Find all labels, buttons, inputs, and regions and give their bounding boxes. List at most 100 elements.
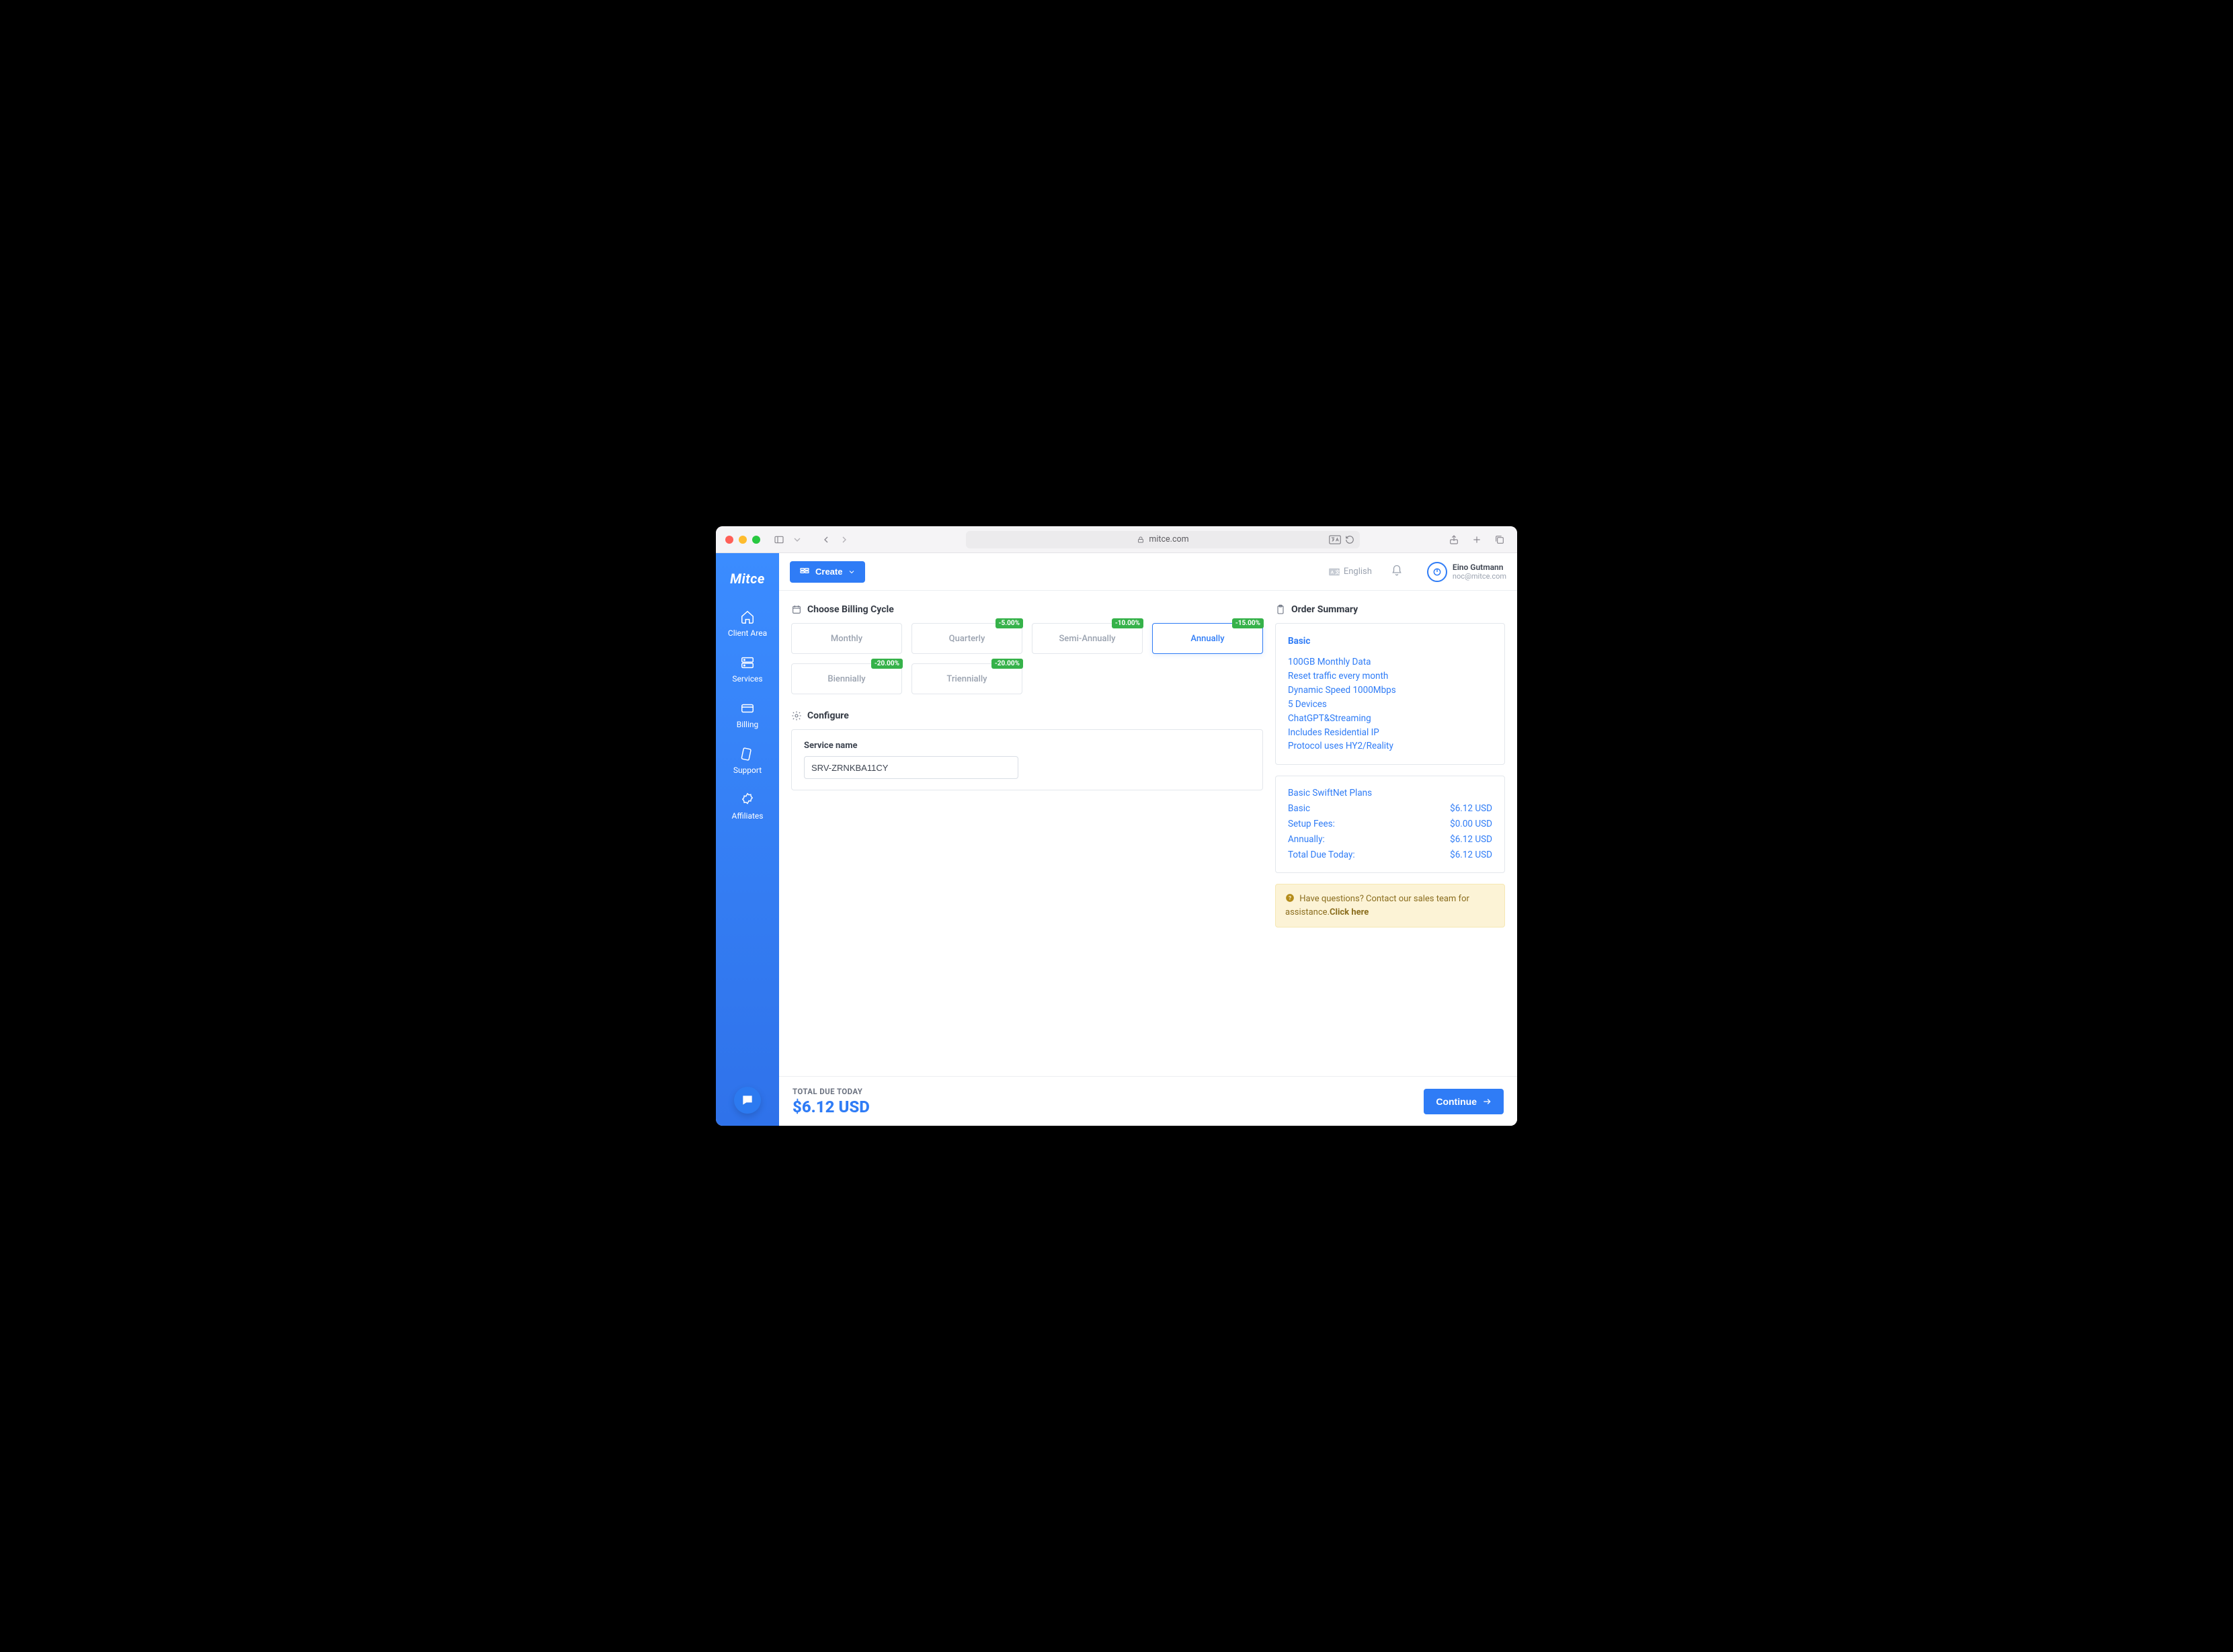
plan-feature: Reset traffic every month (1288, 669, 1492, 684)
cycle-label: Monthly (831, 634, 862, 644)
power-icon (1432, 567, 1442, 577)
zoom-window-button[interactable] (752, 536, 760, 544)
service-name-label: Service name (804, 741, 1250, 751)
gear-icon (791, 710, 802, 721)
plan-feature: ChatGPT&Streaming (1288, 712, 1492, 726)
lock-icon (1137, 536, 1145, 544)
sales-notice: ? Have questions? Contact our sales team… (1275, 884, 1505, 927)
language-switcher[interactable]: A文 English (1329, 567, 1372, 577)
chat-widget-button[interactable] (734, 1087, 761, 1114)
minimize-window-button[interactable] (739, 536, 747, 544)
reload-icon[interactable] (1345, 535, 1354, 544)
price-label: Setup Fees: (1288, 817, 1335, 832)
continue-button-label: Continue (1436, 1096, 1477, 1107)
service-name-input[interactable] (804, 756, 1018, 779)
svg-text:文: 文 (1335, 569, 1340, 575)
cycle-option-semi-annually[interactable]: Semi-Annually-10.00% (1032, 623, 1143, 654)
discount-badge: -5.00% (996, 618, 1023, 628)
discount-badge: -20.00% (871, 659, 903, 669)
create-icon (799, 567, 810, 577)
sidebar-toggle-icon[interactable] (771, 532, 787, 548)
cycle-label: Annually (1190, 634, 1224, 644)
cycle-label: Semi-Annually (1059, 634, 1115, 644)
user-email: noc@mitce.com (1453, 572, 1506, 581)
avatar (1427, 562, 1447, 582)
tabs-overview-icon[interactable] (1492, 532, 1508, 548)
price-value: $6.12 USD (1450, 801, 1492, 817)
total-due-label: TOTAL DUE TODAY (793, 1087, 870, 1096)
content: Choose Billing Cycle MonthlyQuarterly-5.… (779, 591, 1517, 1076)
sidebar-item-affiliates[interactable]: Affiliates (716, 784, 779, 830)
total-due-amount: $6.12 USD (793, 1098, 870, 1116)
cycle-options-row2: Biennially-20.00% Triennially-20.00% (791, 663, 1263, 694)
sidebar-item-billing[interactable]: Billing (716, 693, 779, 739)
chevron-down-icon[interactable] (789, 532, 805, 548)
plan-features: 100GB Monthly DataReset traffic every mo… (1288, 655, 1492, 753)
chevron-down-icon (848, 568, 856, 576)
card-icon (740, 701, 755, 716)
arrow-right-icon (1482, 1097, 1492, 1106)
price-value: $6.12 USD (1450, 832, 1492, 848)
cycle-label: Triennially (946, 674, 987, 684)
address-bar[interactable]: mitce.com (966, 531, 1360, 548)
svg-text:?: ? (1289, 895, 1291, 901)
main-area: Create A文 English Eino Gutmann (779, 553, 1517, 1126)
footer-bar: TOTAL DUE TODAY $6.12 USD Continue (779, 1076, 1517, 1126)
language-icon: A文 (1329, 568, 1340, 576)
configure-card: Service name (791, 729, 1263, 790)
translate-icon[interactable] (1329, 535, 1341, 544)
cycle-option-quarterly[interactable]: Quarterly-5.00% (911, 623, 1022, 654)
sidebar-item-support[interactable]: Support (716, 739, 779, 784)
svg-text:A: A (1331, 569, 1334, 575)
price-row: Total Due Today:$6.12 USD (1288, 848, 1492, 863)
cycle-option-biennially[interactable]: Biennially-20.00% (791, 663, 902, 694)
notice-link[interactable]: Click here (1330, 907, 1369, 917)
notice-text: Have questions? Contact our sales team f… (1285, 894, 1469, 917)
order-summary-card: Basic 100GB Monthly DataReset traffic ev… (1275, 623, 1505, 765)
sidebar-item-label: Billing (737, 720, 759, 729)
question-icon: ? (1285, 893, 1295, 903)
topbar: Create A文 English Eino Gutmann (779, 553, 1517, 591)
badge-icon (740, 792, 755, 807)
cycle-label: Biennially (827, 674, 865, 684)
sidebar-item-services[interactable]: Services (716, 647, 779, 693)
notifications-button[interactable] (1391, 565, 1403, 579)
chat-icon (741, 1093, 754, 1107)
user-name: Eino Gutmann (1453, 563, 1506, 572)
traffic-lights (725, 536, 760, 544)
cycle-icon (791, 604, 802, 615)
cycle-options-row1: Monthly Quarterly-5.00% Semi-Annually-10.0… (791, 623, 1263, 654)
clipboard-icon (1275, 604, 1286, 615)
back-button[interactable] (818, 532, 834, 548)
sidebar-item-label: Affiliates (732, 811, 764, 821)
price-label: Annually: (1288, 832, 1325, 848)
create-button[interactable]: Create (790, 561, 865, 583)
sidebar-item-client-area[interactable]: Client Area (716, 602, 779, 647)
home-icon (740, 610, 755, 624)
plan-feature: Dynamic Speed 1000Mbps (1288, 684, 1492, 698)
discount-badge: -15.00% (1232, 618, 1264, 628)
brand-logo[interactable]: Mitce (730, 571, 765, 587)
continue-button[interactable]: Continue (1424, 1089, 1504, 1114)
order-summary-heading: Order Summary (1275, 604, 1505, 615)
create-button-label: Create (815, 567, 842, 577)
new-tab-icon[interactable] (1469, 532, 1485, 548)
cycle-option-triennially[interactable]: Triennially-20.00% (911, 663, 1022, 694)
cycle-option-annually[interactable]: Annually-15.00% (1152, 623, 1263, 654)
address-bar-domain: mitce.com (1149, 534, 1188, 544)
server-icon (740, 655, 755, 670)
browser-window: mitce.com Mitce Client Area (716, 526, 1517, 1126)
sidebar-item-label: Client Area (728, 628, 767, 638)
close-window-button[interactable] (725, 536, 733, 544)
pricing-card: Basic SwiftNet Plans Basic$6.12 USDSetup… (1275, 776, 1505, 873)
user-menu[interactable]: Eino Gutmann noc@mitce.com (1427, 562, 1506, 582)
share-icon[interactable] (1446, 532, 1462, 548)
plan-feature: 100GB Monthly Data (1288, 655, 1492, 669)
support-icon (740, 747, 755, 761)
plan-feature: Includes Residential IP (1288, 726, 1492, 740)
cycle-option-monthly[interactable]: Monthly (791, 623, 902, 654)
cycle-label: Quarterly (949, 634, 985, 644)
sidebar: Mitce Client Area Services Billing Suppo… (716, 553, 779, 1126)
forward-button[interactable] (836, 532, 852, 548)
price-row: Annually: $6.12 USD (1288, 832, 1492, 848)
